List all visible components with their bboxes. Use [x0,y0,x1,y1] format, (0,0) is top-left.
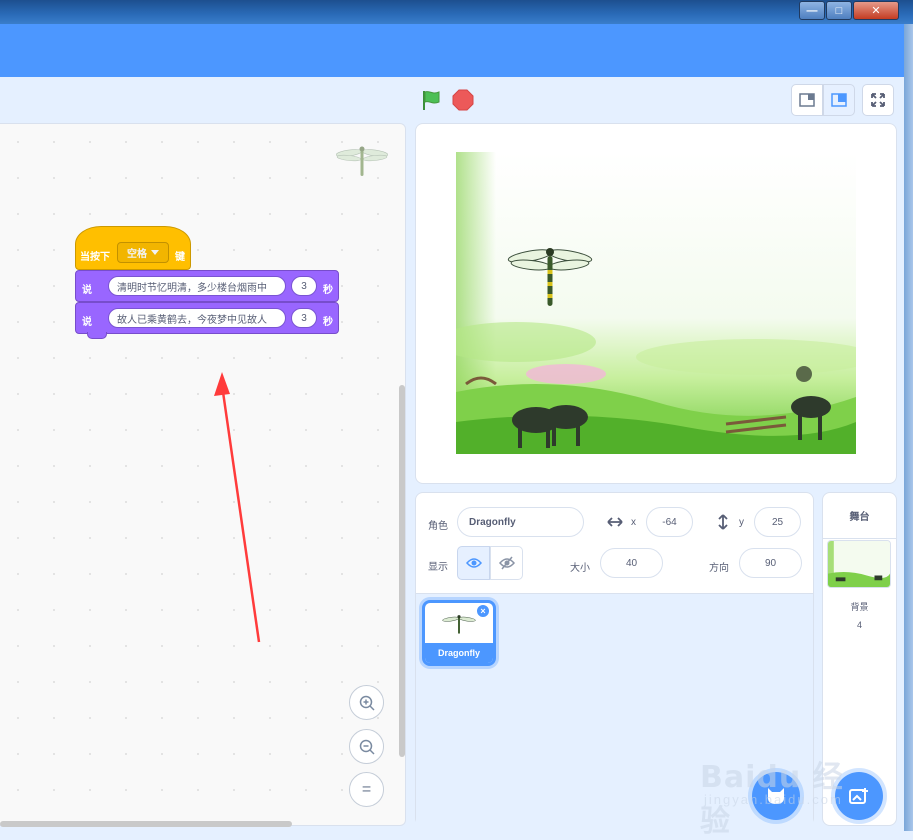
say-block-label: 说 [82,317,92,328]
dragonfly-icon [336,146,388,176]
close-button[interactable]: ✕ [853,1,899,20]
window-frame [904,24,913,831]
show-sprite-button[interactable] [457,546,490,580]
say-text-input[interactable]: 故人已乘黄鹤去，今夜梦中见故人 [108,308,286,328]
horizontal-scrollbar[interactable] [0,821,292,827]
zoom-out-button[interactable] [349,729,384,764]
y-input[interactable]: 25 [754,507,801,537]
fullscreen-icon [871,93,885,107]
say-block-label: 说 [82,285,92,296]
menu-bar [0,24,904,77]
minimize-button[interactable]: — [799,1,825,20]
direction-input[interactable]: 90 [739,548,802,578]
size-input[interactable]: 40 [600,548,663,578]
show-label: 显示 [428,562,448,573]
say-text-input[interactable]: 清明时节忆明清，多少楼台烟雨中 [108,276,286,296]
hat-block-suffix: 键 [175,252,185,263]
zoom-out-icon [359,739,375,755]
x-label: x [631,517,636,528]
window-titlebar [0,0,913,24]
delete-sprite-button[interactable]: × [476,604,490,618]
backdrop-label: 背景 [850,602,869,612]
sprite-name-input[interactable]: Dragonfly [457,507,584,537]
normal-stage-button[interactable] [823,84,855,116]
green-flag-icon[interactable] [420,89,442,111]
stage-selector-header: 舞台 [823,493,896,539]
eye-slash-icon [498,556,515,570]
dragonfly-icon [442,615,476,634]
small-stage-icon [799,93,815,107]
stage-backdrop-image [456,152,856,454]
zoom-in-button[interactable] [349,685,384,720]
maximize-button[interactable]: □ [826,1,852,20]
hide-sprite-button[interactable] [490,546,523,580]
zoom-reset-button[interactable]: = [349,772,384,807]
key-dropdown[interactable]: 空格 [117,242,169,263]
size-label: 大小 [570,563,590,574]
add-sprite-button[interactable] [752,772,800,820]
say-block-unit: 秒 [323,317,333,328]
horizontal-arrows-icon [607,517,623,527]
x-input[interactable]: -64 [646,507,693,537]
fullscreen-button[interactable] [862,84,894,116]
small-stage-button[interactable] [791,84,823,116]
window-controls: — □ ✕ [798,1,899,20]
y-label: y [739,517,744,528]
sprite-tile-name: Dragonfly [425,643,493,663]
zoom-in-icon [359,695,375,711]
backdrop-count: 4 [856,620,862,630]
stop-icon[interactable] [452,89,474,111]
normal-stage-icon [831,93,847,107]
code-area[interactable] [0,123,406,826]
backdrop-add-icon [849,788,868,804]
key-dropdown-value: 空格 [127,249,147,260]
cat-icon [768,788,784,804]
say-block-unit: 秒 [323,285,333,296]
vertical-arrows-icon [718,514,728,530]
direction-label: 方向 [709,563,729,574]
sprite-label: 角色 [428,521,448,532]
vertical-scrollbar[interactable] [399,385,405,757]
say-seconds-input[interactable]: 3 [291,308,317,328]
block-notch [87,332,107,339]
eye-icon [465,558,482,568]
chevron-down-icon [151,250,159,255]
backdrop-thumbnail[interactable] [827,540,891,588]
say-seconds-input[interactable]: 3 [291,276,317,296]
add-backdrop-button[interactable] [835,772,883,820]
hat-block-label: 当按下 [80,252,110,263]
